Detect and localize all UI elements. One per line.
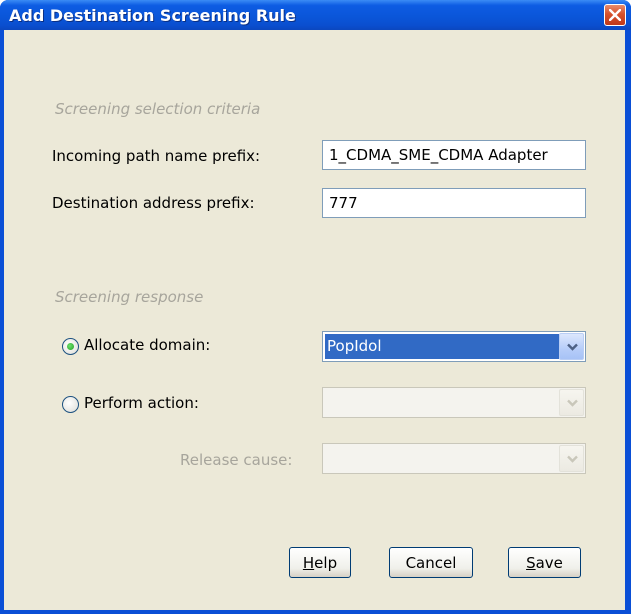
chevron-down-icon (567, 343, 578, 351)
cancel-button[interactable]: Cancel (389, 547, 473, 578)
close-button[interactable] (604, 4, 626, 26)
destination-address-label: Destination address prefix: (52, 194, 255, 212)
help-mnemonic: H (302, 554, 315, 572)
chevron-down-icon (567, 455, 578, 463)
allocate-domain-radio[interactable] (62, 338, 79, 355)
dropdown-button[interactable] (559, 333, 584, 360)
incoming-path-input[interactable]: 1_CDMA_SME_CDMA Adapter (322, 140, 586, 170)
perform-action-radio[interactable] (62, 396, 79, 413)
release-cause-label: Release cause: (180, 451, 293, 469)
title-bar[interactable]: Add Destination Screening Rule (0, 0, 631, 30)
destination-address-input[interactable]: 777 (322, 188, 586, 218)
cancel-label: Cancel (405, 554, 457, 572)
close-icon (609, 9, 621, 21)
save-label-rest: ave (535, 554, 563, 572)
help-label-rest: elp (314, 554, 338, 572)
radio-selected-dot (67, 343, 74, 350)
incoming-path-label: Incoming path name prefix: (52, 147, 261, 165)
dropdown-button[interactable] (559, 445, 584, 472)
window-title: Add Destination Screening Rule (9, 6, 296, 25)
save-button[interactable]: Save (508, 547, 581, 578)
help-button[interactable]: Help (289, 547, 351, 578)
criteria-heading: Screening selection criteria (55, 100, 261, 118)
chevron-down-icon (567, 399, 578, 407)
save-mnemonic: S (526, 554, 536, 572)
allocate-domain-label[interactable]: Allocate domain: (84, 336, 210, 354)
response-heading: Screening response (55, 288, 204, 306)
dialog-body: Screening selection criteria Incoming pa… (4, 30, 625, 610)
allocate-domain-select[interactable]: PopIdol (322, 331, 586, 362)
allocate-domain-value: PopIdol (325, 334, 559, 359)
dropdown-button[interactable] (559, 389, 584, 416)
perform-action-select[interactable] (322, 387, 586, 418)
release-cause-select[interactable] (322, 443, 586, 474)
perform-action-label[interactable]: Perform action: (84, 394, 199, 412)
dialog-window: Add Destination Screening Rule Screening… (0, 0, 631, 614)
